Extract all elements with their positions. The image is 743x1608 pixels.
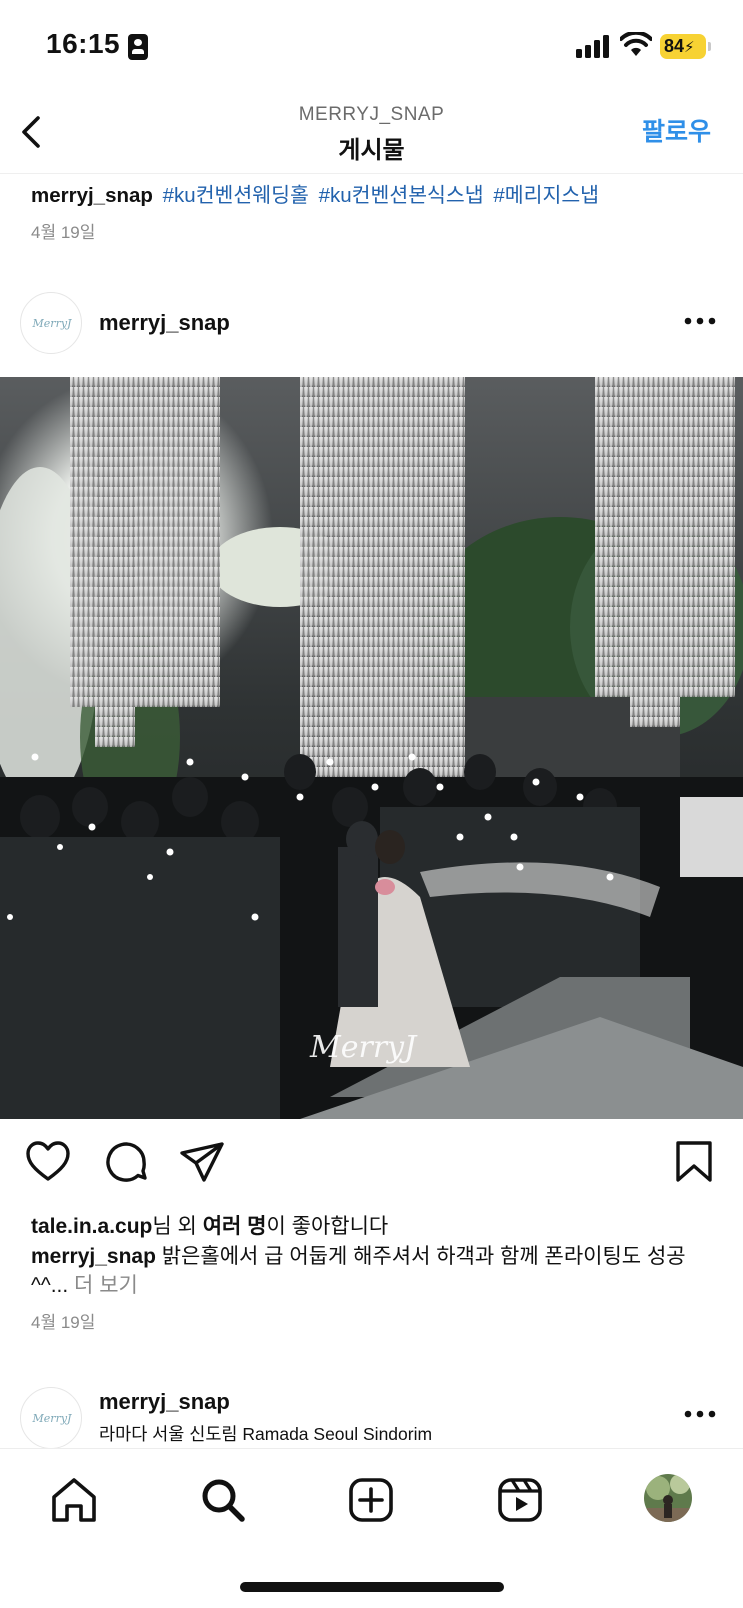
hashtag-link[interactable]: #메리지스냅 bbox=[493, 184, 599, 207]
battery-level: 84 bbox=[664, 36, 685, 56]
avatar-logo: MerryJ bbox=[32, 317, 72, 330]
next-post-header: MerryJ merryj_snap 라마다 서울 신도림 Ramada Seo… bbox=[0, 1387, 743, 1451]
comment-icon[interactable] bbox=[102, 1138, 150, 1186]
heart-icon[interactable] bbox=[24, 1138, 72, 1186]
prev-post-username[interactable]: merryj_snap bbox=[31, 184, 153, 207]
avatar-logo: MerryJ bbox=[32, 1412, 72, 1425]
post-photo[interactable]: MerryJ bbox=[0, 377, 743, 1119]
ellipsis-icon[interactable] bbox=[683, 314, 717, 328]
avatar[interactable]: MerryJ bbox=[20, 292, 82, 354]
post-actions bbox=[0, 1138, 743, 1192]
ellipsis-icon[interactable] bbox=[683, 1407, 717, 1421]
next-post-username[interactable]: merryj_snap bbox=[99, 1389, 230, 1415]
home-indicator bbox=[240, 1582, 504, 1592]
page-title: 게시물 bbox=[338, 137, 405, 164]
profile-photo bbox=[644, 1474, 692, 1522]
post-caption: merryj_snap 밝은홀에서 급 어둡게 해주셔서 하객과 함께 폰라이팅… bbox=[31, 1242, 721, 1300]
likes-text-1: 님 외 bbox=[152, 1215, 203, 1238]
status-time: 16:15 bbox=[46, 28, 121, 59]
reels-icon[interactable] bbox=[495, 1475, 545, 1525]
header-subtitle: MERRYJ_SNAP bbox=[298, 104, 445, 125]
likes-summary[interactable]: tale.in.a.cup님 외 여러 명이 좋아합니다 bbox=[31, 1210, 388, 1240]
likes-text-2: 이 좋아합니다 bbox=[266, 1215, 389, 1238]
plus-square-icon[interactable] bbox=[346, 1475, 396, 1525]
wedding-photo-illustration: MerryJ bbox=[0, 377, 743, 1119]
avatar[interactable]: MerryJ bbox=[20, 1387, 82, 1449]
home-icon[interactable] bbox=[49, 1475, 99, 1525]
status-bar: 16:15 84⚡ bbox=[0, 0, 743, 96]
profile-avatar[interactable] bbox=[644, 1474, 692, 1522]
post-date: 4월 19일 bbox=[31, 1313, 96, 1332]
bookmark-icon[interactable] bbox=[670, 1138, 718, 1186]
cellular-signal-icon bbox=[576, 34, 610, 58]
prev-post-caption: merryj_snap #ku컨벤션웨딩홀 #ku컨벤션본식스냅 #메리지스냅 bbox=[31, 178, 599, 208]
hashtag-link[interactable]: #ku컨벤션본식스냅 bbox=[319, 184, 484, 207]
photo-watermark: MerryJ bbox=[309, 1030, 418, 1065]
more-link[interactable]: 더 보기 bbox=[68, 1274, 138, 1297]
likes-others[interactable]: 여러 명 bbox=[203, 1215, 267, 1238]
caption-username[interactable]: merryj_snap bbox=[31, 1245, 156, 1268]
wifi-icon bbox=[620, 32, 652, 56]
post-username[interactable]: merryj_snap bbox=[99, 310, 230, 336]
send-icon[interactable] bbox=[178, 1138, 226, 1186]
follow-button[interactable]: 팔로우 bbox=[642, 112, 711, 148]
prev-post-date: 4월 19일 bbox=[31, 223, 96, 242]
hashtag-link[interactable]: #ku컨벤션웨딩홀 bbox=[163, 184, 309, 207]
contact-card-icon bbox=[128, 34, 148, 60]
nav-header: MERRYJ_SNAP 게시물 팔로우 bbox=[0, 96, 743, 174]
next-post-location[interactable]: 라마다 서울 신도림 Ramada Seoul Sindorim bbox=[99, 1421, 432, 1446]
battery-indicator: 84⚡ bbox=[660, 34, 711, 59]
liked-by-user[interactable]: tale.in.a.cup bbox=[31, 1215, 152, 1238]
post-header: MerryJ merryj_snap bbox=[0, 292, 743, 360]
search-icon[interactable] bbox=[198, 1475, 248, 1525]
